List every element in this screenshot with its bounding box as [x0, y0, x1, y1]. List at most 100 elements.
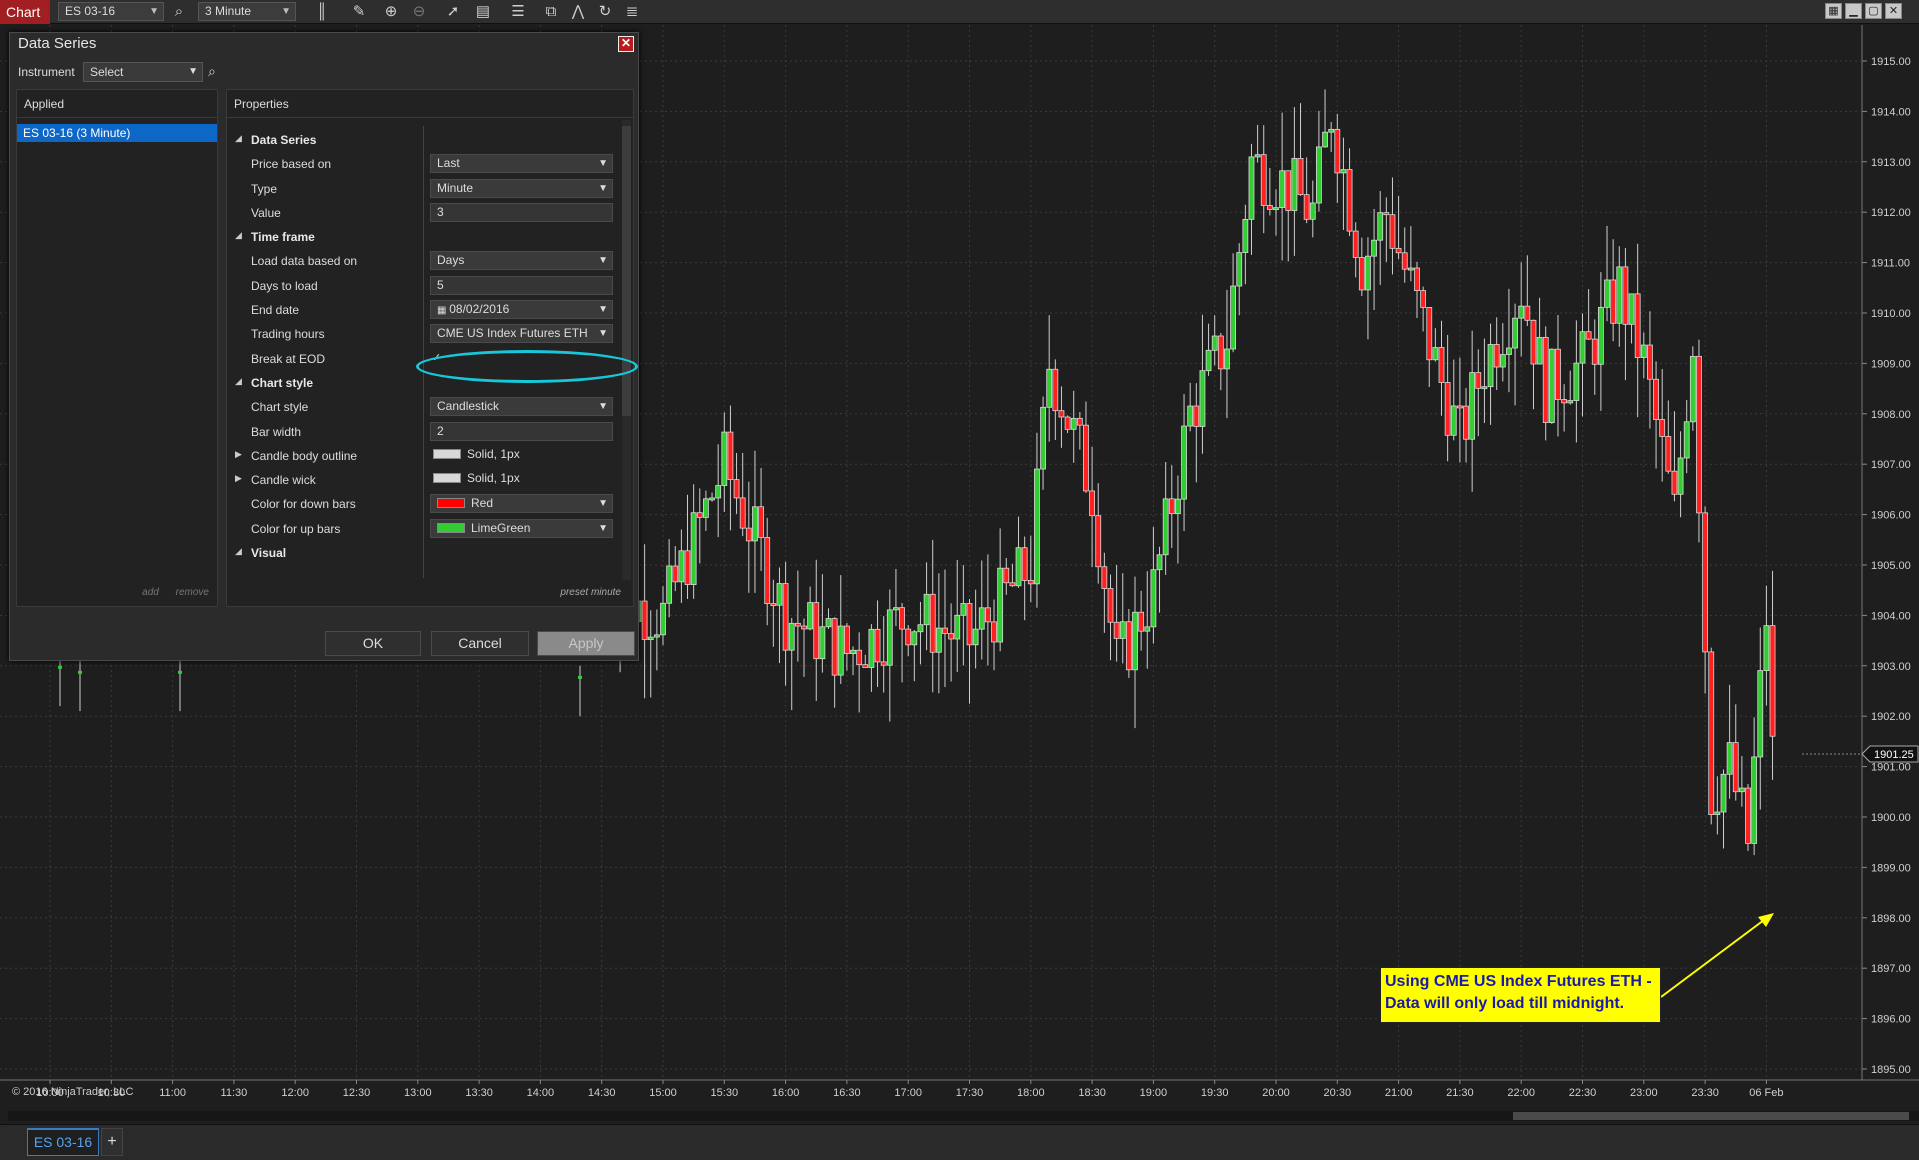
preset-label[interactable]: preset minute: [560, 587, 621, 598]
up-candle[interactable]: [1628, 293, 1635, 325]
down-candle[interactable]: [1463, 405, 1469, 440]
up-candle[interactable]: [1199, 370, 1206, 427]
drawing-tools-icon[interactable]: ⧉: [540, 1, 562, 23]
up-candle[interactable]: [1187, 405, 1194, 427]
up-candle[interactable]: [1738, 787, 1745, 793]
zoom-in-icon[interactable]: ⊕: [380, 1, 402, 23]
up-candle[interactable]: [1119, 621, 1126, 639]
list-icon[interactable]: ≣: [621, 1, 643, 23]
property-field[interactable]: ▦ 08/02/2016 ▼: [430, 300, 613, 320]
category-row[interactable]: ◢ Visual: [227, 541, 622, 565]
down-candle[interactable]: [672, 565, 679, 583]
up-candle[interactable]: [178, 670, 182, 674]
up-candle[interactable]: [1040, 406, 1046, 470]
down-candle[interactable]: [862, 664, 869, 668]
collapse-arrow-icon[interactable]: ◢: [235, 546, 242, 557]
down-candle[interactable]: [1260, 154, 1267, 206]
up-candle[interactable]: [1683, 421, 1690, 459]
down-candle[interactable]: [1095, 515, 1102, 568]
tab-es-03-16[interactable]: ES 03-16: [27, 1128, 99, 1156]
down-candle[interactable]: [1358, 257, 1365, 291]
bars-type-icon[interactable]: ║: [311, 1, 333, 23]
down-candle[interactable]: [1438, 347, 1445, 383]
down-candle[interactable]: [1444, 382, 1451, 436]
up-candle[interactable]: [1512, 317, 1518, 349]
down-candle[interactable]: [1303, 194, 1310, 220]
down-candle[interactable]: [641, 600, 648, 640]
up-candle[interactable]: [1291, 157, 1298, 211]
up-candle[interactable]: [1720, 773, 1727, 813]
up-candle[interactable]: [1757, 670, 1764, 758]
property-row[interactable]: Bar width 2: [227, 420, 622, 444]
down-candle[interactable]: [696, 512, 703, 518]
down-candle[interactable]: [966, 603, 973, 646]
down-candle[interactable]: [880, 661, 887, 666]
property-row[interactable]: Price based on Last ▼: [227, 152, 622, 176]
up-candle[interactable]: [1726, 742, 1733, 775]
down-candle[interactable]: [1395, 247, 1402, 254]
up-candle[interactable]: [1469, 372, 1476, 440]
add-tab-button[interactable]: +: [101, 1128, 123, 1156]
up-candle[interactable]: [1597, 306, 1604, 365]
down-candle[interactable]: [1168, 498, 1175, 515]
up-candle[interactable]: [1046, 368, 1053, 408]
up-candle[interactable]: [1365, 255, 1371, 291]
up-candle[interactable]: [825, 618, 832, 628]
up-candle[interactable]: [1132, 611, 1138, 671]
down-candle[interactable]: [1585, 331, 1592, 340]
down-candle[interactable]: [1389, 214, 1396, 249]
up-candle[interactable]: [807, 602, 814, 630]
up-candle[interactable]: [1236, 252, 1243, 287]
down-candle[interactable]: [758, 506, 764, 538]
interval-selector[interactable]: 3 Minute ▼: [198, 2, 296, 21]
up-candle[interactable]: [911, 631, 918, 646]
down-candle[interactable]: [1009, 582, 1016, 587]
down-candle[interactable]: [1107, 588, 1114, 623]
expand-arrow-icon[interactable]: ▶: [235, 473, 242, 484]
search-icon[interactable]: ⌕: [208, 63, 216, 80]
up-candle[interactable]: [1156, 554, 1163, 571]
up-candle[interactable]: [997, 567, 1004, 643]
up-candle[interactable]: [1714, 811, 1721, 816]
up-candle[interactable]: [1162, 498, 1169, 556]
down-candle[interactable]: [739, 497, 746, 529]
down-candle[interactable]: [745, 527, 752, 542]
up-candle[interactable]: [1070, 417, 1077, 430]
property-row[interactable]: ▶ Candle body outline Solid, 1px: [227, 444, 622, 468]
up-candle[interactable]: [660, 602, 666, 636]
down-candle[interactable]: [1217, 335, 1224, 370]
up-candle[interactable]: [1371, 239, 1377, 257]
down-candle[interactable]: [1401, 252, 1408, 270]
down-candle[interactable]: [770, 603, 777, 607]
down-candle[interactable]: [1352, 230, 1359, 258]
down-candle[interactable]: [764, 537, 771, 605]
up-candle[interactable]: [1224, 348, 1230, 370]
up-candle[interactable]: [868, 628, 875, 668]
up-candle[interactable]: [703, 498, 709, 518]
down-candle[interactable]: [1346, 169, 1353, 232]
up-candle[interactable]: [709, 497, 715, 501]
up-candle[interactable]: [715, 485, 722, 499]
up-candle[interactable]: [954, 614, 961, 640]
property-row[interactable]: Color for down bars Red ▼: [227, 492, 622, 516]
property-dropdown[interactable]: Last ▼: [430, 154, 613, 174]
up-candle[interactable]: [1181, 425, 1187, 500]
down-candle[interactable]: [1610, 279, 1617, 324]
maximize-icon[interactable]: ▢: [1865, 3, 1882, 19]
down-candle[interactable]: [844, 625, 850, 655]
down-candle[interactable]: [782, 583, 789, 651]
search-icon[interactable]: ⌕: [168, 1, 190, 23]
down-candle[interactable]: [1101, 566, 1108, 589]
property-row[interactable]: Type Minute ▼: [227, 177, 622, 201]
property-field[interactable]: 5: [430, 275, 613, 295]
up-candle[interactable]: [1322, 131, 1328, 148]
property-dropdown[interactable]: Red ▼: [430, 494, 613, 514]
down-candle[interactable]: [1064, 416, 1071, 430]
up-candle[interactable]: [1034, 468, 1040, 585]
down-candle[interactable]: [1665, 436, 1672, 472]
up-candle[interactable]: [1677, 457, 1684, 495]
up-candle[interactable]: [923, 593, 930, 626]
property-dropdown[interactable]: LimeGreen ▼: [430, 518, 613, 538]
category-row[interactable]: ◢ Time frame: [227, 225, 622, 249]
property-field[interactable]: Solid, 1px: [430, 470, 613, 489]
